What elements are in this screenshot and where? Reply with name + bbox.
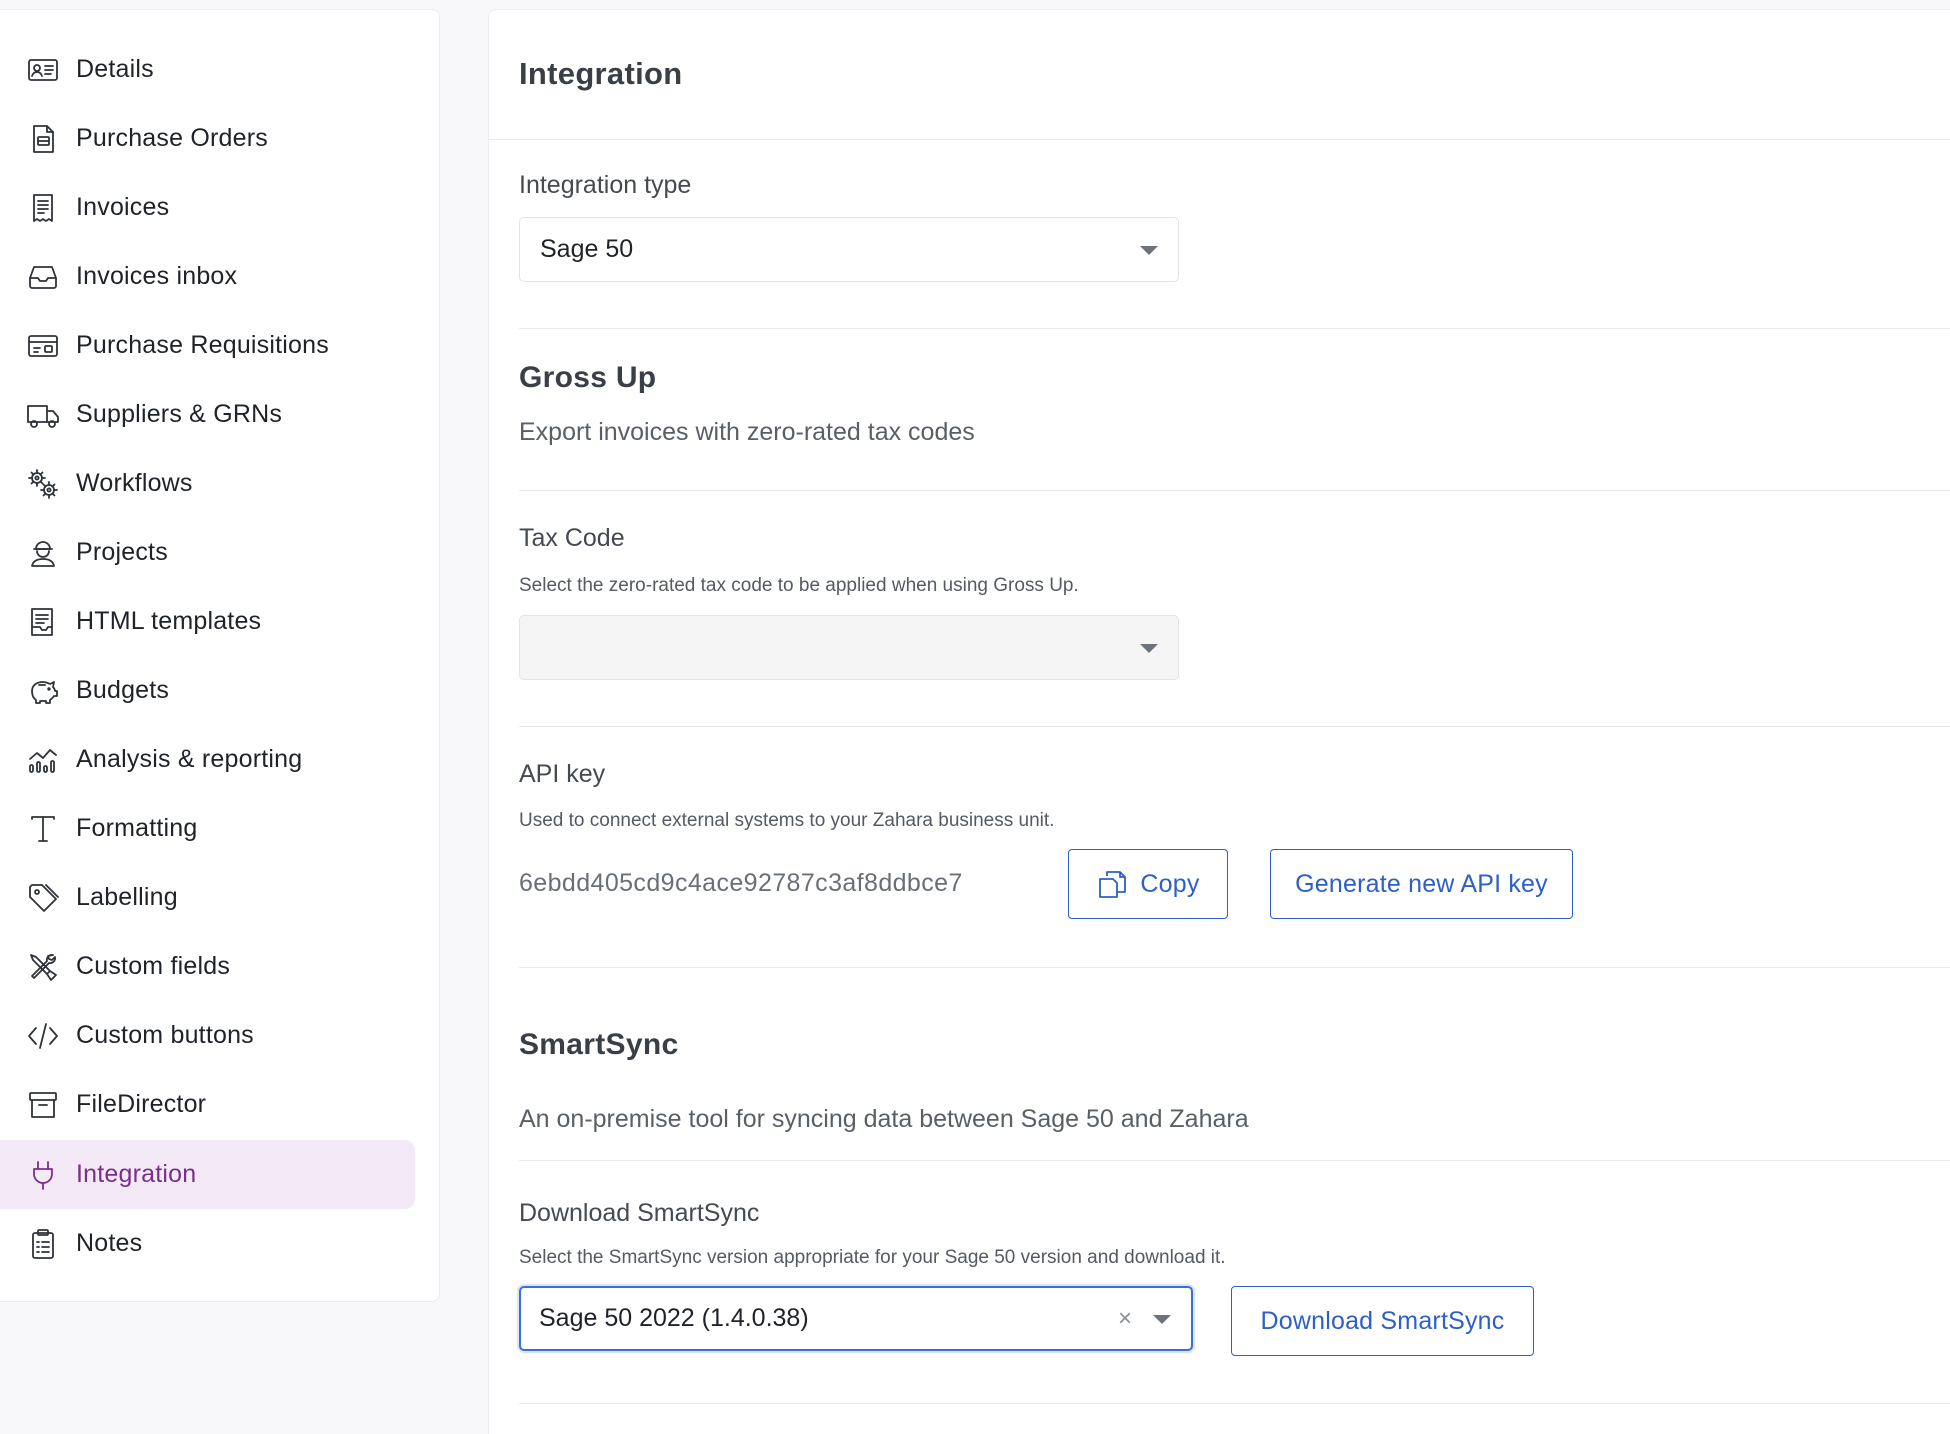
sidebar-item-label: Notes (76, 1229, 143, 1257)
download-smartsync-help: Select the SmartSync version appropriate… (519, 1247, 1226, 1268)
settings-sidebar: Details Purchase Orders Invoices Invoice… (0, 9, 440, 1302)
api-key-help: Used to connect external systems to your… (519, 810, 1055, 831)
api-key-value: 6ebdd405cd9c4ace92787c3af8ddbce7 (519, 869, 963, 897)
sidebar-item-projects[interactable]: Projects (0, 518, 415, 587)
integration-type-select[interactable]: Sage 50 (519, 217, 1179, 282)
sidebar-item-label: Details (76, 55, 154, 83)
document-icon (26, 122, 60, 156)
section-divider (519, 726, 1950, 727)
tax-code-select[interactable] (519, 615, 1179, 680)
section-divider (519, 490, 1950, 491)
worker-icon (26, 536, 60, 570)
sidebar-item-label: Purchase Orders (76, 124, 268, 152)
sidebar-item-label: Analysis & reporting (76, 745, 303, 773)
copy-icon (1099, 871, 1127, 898)
plug-icon (26, 1158, 60, 1192)
piggy-bank-icon (26, 674, 60, 708)
generate-api-key-button[interactable]: Generate new API key (1270, 849, 1573, 919)
sidebar-item-custom-buttons[interactable]: Custom buttons (0, 1001, 415, 1070)
sidebar-item-label: Purchase Requisitions (76, 331, 329, 359)
sidebar-item-label: Custom buttons (76, 1021, 254, 1049)
sidebar-item-label: Invoices (76, 193, 170, 221)
gross-up-description: Export invoices with zero-rated tax code… (519, 418, 975, 446)
id-card-icon (26, 53, 60, 87)
tag-icon (26, 881, 60, 915)
inbox-icon (26, 260, 60, 294)
sidebar-item-html-templates[interactable]: HTML templates (0, 587, 415, 656)
requisition-card-icon (26, 329, 60, 363)
template-icon (26, 605, 60, 639)
gross-up-title: Gross Up (519, 361, 657, 394)
sidebar-item-label: Formatting (76, 814, 198, 842)
sidebar-item-label: Labelling (76, 883, 178, 911)
tools-icon (26, 950, 60, 984)
sidebar-item-invoices-inbox[interactable]: Invoices inbox (0, 242, 415, 311)
sidebar-item-label: Budgets (76, 676, 170, 704)
integration-type-value: Sage 50 (540, 235, 634, 263)
sidebar-item-purchase-orders[interactable]: Purchase Orders (0, 104, 415, 173)
sidebar-item-formatting[interactable]: Formatting (0, 794, 415, 863)
sidebar-item-invoices[interactable]: Invoices (0, 173, 415, 242)
sidebar-item-label: Invoices inbox (76, 262, 238, 290)
clipboard-icon (26, 1227, 60, 1261)
sidebar-item-labelling[interactable]: Labelling (0, 863, 415, 932)
sidebar-item-custom-fields[interactable]: Custom fields (0, 932, 415, 1001)
api-key-label: API key (519, 760, 606, 788)
section-divider (519, 1403, 1950, 1404)
sidebar-item-notes[interactable]: Notes (0, 1209, 415, 1278)
page-title: Integration (519, 56, 683, 91)
sidebar-item-label: HTML templates (76, 607, 262, 635)
code-icon (26, 1019, 60, 1053)
chevron-down-icon (1153, 1314, 1171, 1324)
section-divider (519, 328, 1950, 329)
integration-type-label: Integration type (519, 171, 692, 199)
receipt-icon (26, 191, 60, 225)
gears-icon (26, 467, 60, 501)
sidebar-item-integration[interactable]: Integration (0, 1140, 415, 1209)
sidebar-item-label: Custom fields (76, 952, 231, 980)
smartsync-title: SmartSync (519, 1028, 679, 1061)
tax-code-label: Tax Code (519, 524, 625, 552)
sidebar-item-label: Workflows (76, 469, 193, 497)
sidebar-item-analysis-reporting[interactable]: Analysis & reporting (0, 725, 415, 794)
sidebar-item-details[interactable]: Details (0, 35, 415, 104)
sidebar-item-budgets[interactable]: Budgets (0, 656, 415, 725)
clear-icon[interactable]: × (1113, 1303, 1137, 1335)
chevron-down-icon (1140, 643, 1158, 653)
header-divider (489, 139, 1950, 140)
integration-panel: Integration Integration type Sage 50 Gro… (488, 9, 1950, 1434)
sidebar-item-label: FileDirector (76, 1090, 207, 1118)
smartsync-version-select[interactable]: Sage 50 2022 (1.4.0.38) × (519, 1286, 1193, 1351)
sidebar-item-filedirector[interactable]: FileDirector (0, 1070, 415, 1139)
smartsync-description: An on-premise tool for syncing data betw… (519, 1105, 1249, 1133)
truck-icon (26, 398, 60, 432)
sidebar-item-label: Suppliers & GRNs (76, 400, 283, 428)
sidebar-item-workflows[interactable]: Workflows (0, 449, 415, 518)
copy-button-label: Copy (1140, 869, 1200, 898)
sidebar-item-purchase-requisitions[interactable]: Purchase Requisitions (0, 311, 415, 380)
chart-icon (26, 743, 60, 777)
section-divider (519, 967, 1950, 968)
text-format-icon (26, 812, 60, 846)
sidebar-item-label: Projects (76, 538, 168, 566)
download-smartsync-label: Download SmartSync (519, 1199, 760, 1227)
sidebar-item-label: Integration (76, 1160, 197, 1188)
section-divider (519, 1160, 1950, 1161)
smartsync-version-value: Sage 50 2022 (1.4.0.38) (539, 1304, 809, 1332)
generate-button-label: Generate new API key (1295, 869, 1548, 898)
copy-api-key-button[interactable]: Copy (1068, 849, 1228, 919)
tax-code-help: Select the zero-rated tax code to be app… (519, 575, 1079, 596)
chevron-down-icon (1140, 245, 1158, 255)
archive-box-icon (26, 1088, 60, 1122)
download-smartsync-button[interactable]: Download SmartSync (1231, 1286, 1534, 1356)
download-button-label: Download SmartSync (1260, 1306, 1505, 1335)
sidebar-item-suppliers-grns[interactable]: Suppliers & GRNs (0, 380, 415, 449)
